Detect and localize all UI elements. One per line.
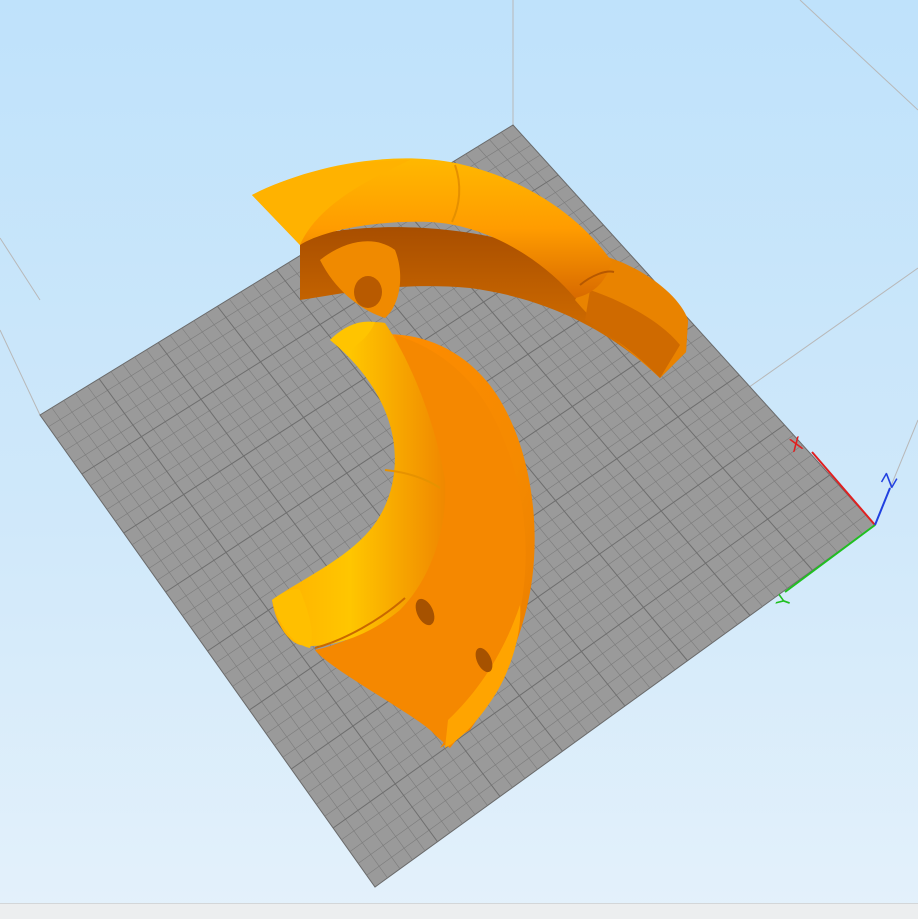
status-bar (0, 903, 918, 919)
y-axis-label: Y (772, 592, 796, 611)
3d-viewport[interactable]: X Y Z (0, 0, 918, 918)
scene-canvas[interactable]: X Y Z (0, 0, 918, 918)
z-axis-label: Z (878, 470, 902, 491)
z-axis-line (874, 487, 891, 526)
